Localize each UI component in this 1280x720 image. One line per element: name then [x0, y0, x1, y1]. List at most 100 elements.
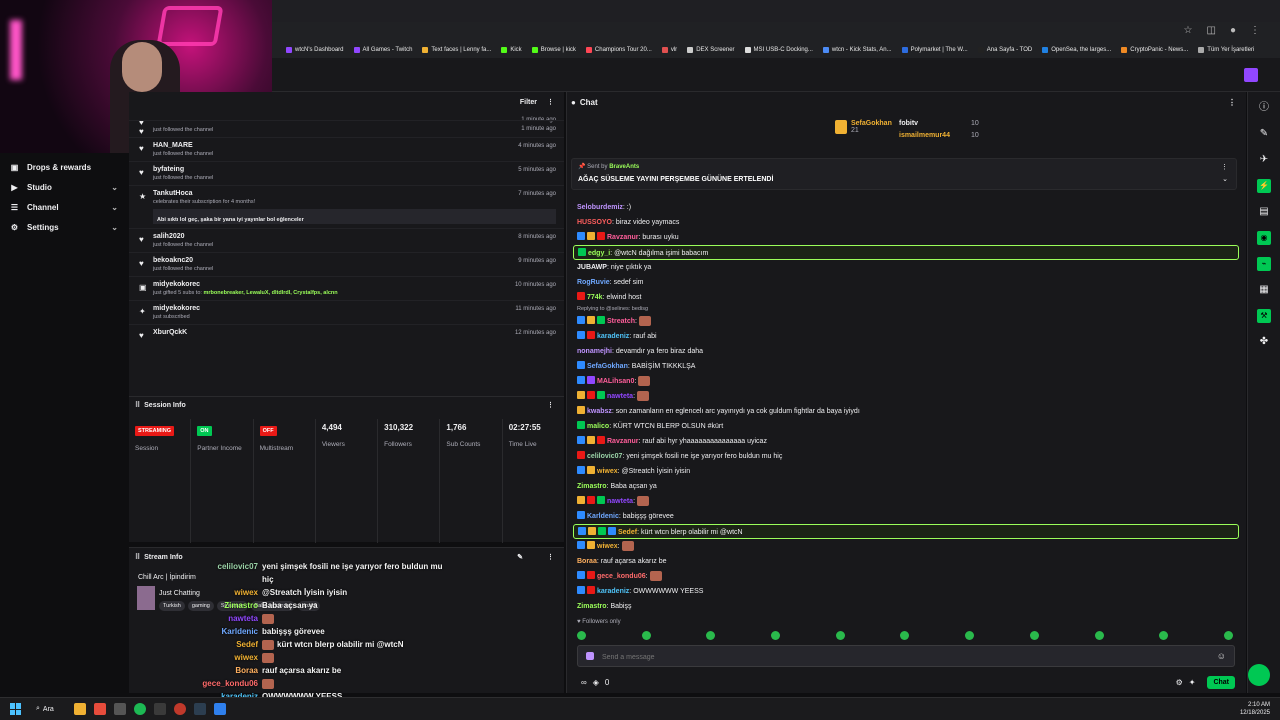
- status-badge[interactable]: OFF: [259, 426, 277, 436]
- chat-message[interactable]: gece_kondu06:: [573, 569, 1239, 584]
- app-icon[interactable]: [113, 703, 126, 715]
- chat-message[interactable]: edgy_i: @wtcN dağılma işimi babacım: [573, 245, 1239, 260]
- bookmark-item[interactable]: Tüm Yer İşaretleri: [1198, 47, 1254, 53]
- bookmark-item[interactable]: vlr: [661, 47, 677, 53]
- file-explorer-icon[interactable]: [73, 703, 86, 715]
- kebab-icon[interactable]: ⋮: [547, 401, 554, 409]
- kebab-icon[interactable]: ⋮: [547, 98, 554, 106]
- chat-badge-icon[interactable]: [577, 316, 585, 324]
- chat-bubble-icon[interactable]: ◉: [1257, 231, 1271, 245]
- chat-message[interactable]: Streatch:: [573, 314, 1239, 329]
- mod-tools-icon[interactable]: ✦: [1189, 678, 1196, 687]
- grip-icon[interactable]: ⠿: [135, 401, 140, 409]
- chat-username[interactable]: malico: [587, 423, 609, 430]
- bookmark-item[interactable]: wtcn - Kick Stats, An...: [822, 47, 892, 53]
- reply-context[interactable]: Replying to @selines: bedisg: [573, 305, 1239, 314]
- chat-message[interactable]: Boraa: rauf açarsa akarız be: [573, 554, 1239, 569]
- chat-badge-icon[interactable]: [577, 466, 585, 474]
- chat-username[interactable]: Karldenic: [587, 513, 619, 520]
- chat-message-input[interactable]: [602, 650, 1202, 664]
- clip-icon[interactable]: ▤: [1257, 205, 1271, 219]
- profile-icon[interactable]: ●: [1230, 25, 1236, 36]
- leaderboard-entry[interactable]: ismailmemur44 10: [899, 130, 979, 142]
- chat-username[interactable]: wiwex: [597, 543, 618, 550]
- chat-username[interactable]: 774k: [587, 294, 603, 301]
- badge-selector-icon[interactable]: [586, 652, 594, 660]
- sidebar-item-studio[interactable]: ▶ Studio ⌄: [0, 177, 128, 197]
- feed-username[interactable]: HAN_MARE: [153, 142, 556, 149]
- chat-message[interactable]: SefaGokhan: BABİŞİM TIKKKLŞA: [573, 359, 1239, 374]
- chat-username[interactable]: Zimastro: [577, 483, 607, 490]
- chevron-down-icon[interactable]: ⌄: [1222, 175, 1228, 183]
- chat-message[interactable]: Seloburdemiz: :): [573, 200, 1239, 215]
- feed-username[interactable]: XburQckK: [153, 329, 556, 336]
- chat-badge-icon[interactable]: [577, 541, 585, 549]
- assistant-fab-button[interactable]: [1248, 664, 1270, 686]
- chat-username[interactable]: celilovic07: [587, 453, 622, 460]
- chat-username[interactable]: wiwex: [597, 468, 618, 475]
- chat-badge-icon[interactable]: [577, 421, 585, 429]
- chat-badge-icon[interactable]: [577, 232, 585, 240]
- activity-feed-item[interactable]: ▣ midyekokorec just gifted 5 subs to: mrbo…: [129, 276, 564, 300]
- chat-badge-icon[interactable]: [577, 361, 585, 369]
- kebab-icon[interactable]: ⋮: [547, 553, 554, 561]
- chat-username[interactable]: kwabsz: [587, 408, 612, 415]
- chat-message[interactable]: 774k: elwind host: [573, 290, 1239, 305]
- chat-badge-icon[interactable]: [597, 232, 605, 240]
- chat-message[interactable]: Sedef: kürt wtcn blerp olabilir mi @wtcN: [573, 524, 1239, 539]
- wrench-icon[interactable]: ⚒: [1257, 309, 1271, 323]
- bookmark-item[interactable]: MSI USB-C Docking...: [744, 47, 813, 53]
- feed-username[interactable]: salih2020: [153, 233, 556, 240]
- emote-strip[interactable]: [577, 631, 1233, 640]
- chat-badge-icon[interactable]: [577, 571, 585, 579]
- chat-message[interactable]: karadeniz: rauf abi: [573, 329, 1239, 344]
- chat-badge-icon[interactable]: [577, 292, 585, 300]
- raid-icon[interactable]: ✈: [1257, 153, 1271, 167]
- chat-badge-icon[interactable]: [587, 466, 595, 474]
- status-badge[interactable]: ON: [197, 426, 212, 436]
- chat-badge-icon[interactable]: [578, 248, 586, 256]
- info-icon[interactable]: ⓘ: [1257, 101, 1271, 115]
- activity-feed-item[interactable]: ✦ midyekokorec just subscribed 11 minutes a…: [129, 300, 564, 324]
- gift-leaderboard[interactable]: SefaGokhan 21 fobitv 10 ismailmemur44 10: [835, 116, 995, 146]
- chat-username[interactable]: Seloburdemiz: [577, 204, 623, 211]
- chat-message[interactable]: malico: KÜRT WTCN BLERP OLSUN #kürt: [573, 419, 1239, 434]
- chat-badge-icon[interactable]: [577, 376, 585, 384]
- chat-username[interactable]: HUSSOYO: [577, 219, 612, 226]
- chat-badge-icon[interactable]: [587, 571, 595, 579]
- bookmark-item[interactable]: Kick: [501, 47, 522, 53]
- chat-badge-icon[interactable]: [587, 496, 595, 504]
- chat-username[interactable]: Sedef: [618, 529, 637, 536]
- activity-feed-item[interactable]: ♥ HAN_MARE just followed the channel 4 minu…: [129, 137, 564, 161]
- taskbar-search[interactable]: ⌕ Ara: [36, 705, 54, 713]
- bits-icon[interactable]: ◈: [593, 678, 599, 687]
- extensions-icon[interactable]: ◫: [1207, 25, 1216, 36]
- chat-message[interactable]: nonamejhi: devamdır ya fero biraz daha: [573, 344, 1239, 359]
- chat-username[interactable]: Ravzanur: [607, 234, 639, 241]
- chat-badge-icon[interactable]: [587, 331, 595, 339]
- chat-message[interactable]: Zimastro: Babişş: [573, 599, 1239, 614]
- kebab-icon[interactable]: ⋮: [1221, 163, 1228, 171]
- chat-username[interactable]: nawteta: [607, 393, 633, 400]
- menu-icon[interactable]: ⋮: [1250, 25, 1260, 36]
- bookmark-item[interactable]: Text faces | Lenny fa...: [422, 47, 491, 53]
- kebab-icon[interactable]: ⋮: [1228, 98, 1236, 107]
- chat-message[interactable]: Zimastro: Baba açsan ya: [573, 479, 1239, 494]
- pinned-sender[interactable]: BraveAnts: [609, 164, 639, 170]
- chat-message[interactable]: karadeniz: OWWWWWW YEESS: [573, 584, 1239, 599]
- activity-feed-item[interactable]: ♥ just followed the channel 1 minute ago: [129, 120, 564, 137]
- feed-username[interactable]: midyekokorec: [153, 305, 556, 312]
- chat-message[interactable]: wiwex:: [573, 539, 1239, 554]
- chevron-down-icon[interactable]: ⌄: [111, 223, 118, 232]
- activity-feed-item[interactable]: ♥ XburQckK 12 minutes ago: [129, 324, 564, 340]
- chevron-down-icon[interactable]: ⌄: [111, 183, 118, 192]
- chat-message[interactable]: wiwex: @Streatch İyisin iyisin: [573, 464, 1239, 479]
- chat-message[interactable]: MALihsan0:: [573, 374, 1239, 389]
- chat-badge-icon[interactable]: [587, 541, 595, 549]
- spotify-icon[interactable]: [133, 703, 146, 715]
- chat-badge-icon[interactable]: [577, 436, 585, 444]
- chat-username[interactable]: RogRuvie: [577, 279, 610, 286]
- chat-username[interactable]: Streatch: [607, 318, 635, 325]
- chat-username[interactable]: Zimastro: [577, 603, 607, 610]
- status-badge[interactable]: STREAMING: [135, 426, 174, 436]
